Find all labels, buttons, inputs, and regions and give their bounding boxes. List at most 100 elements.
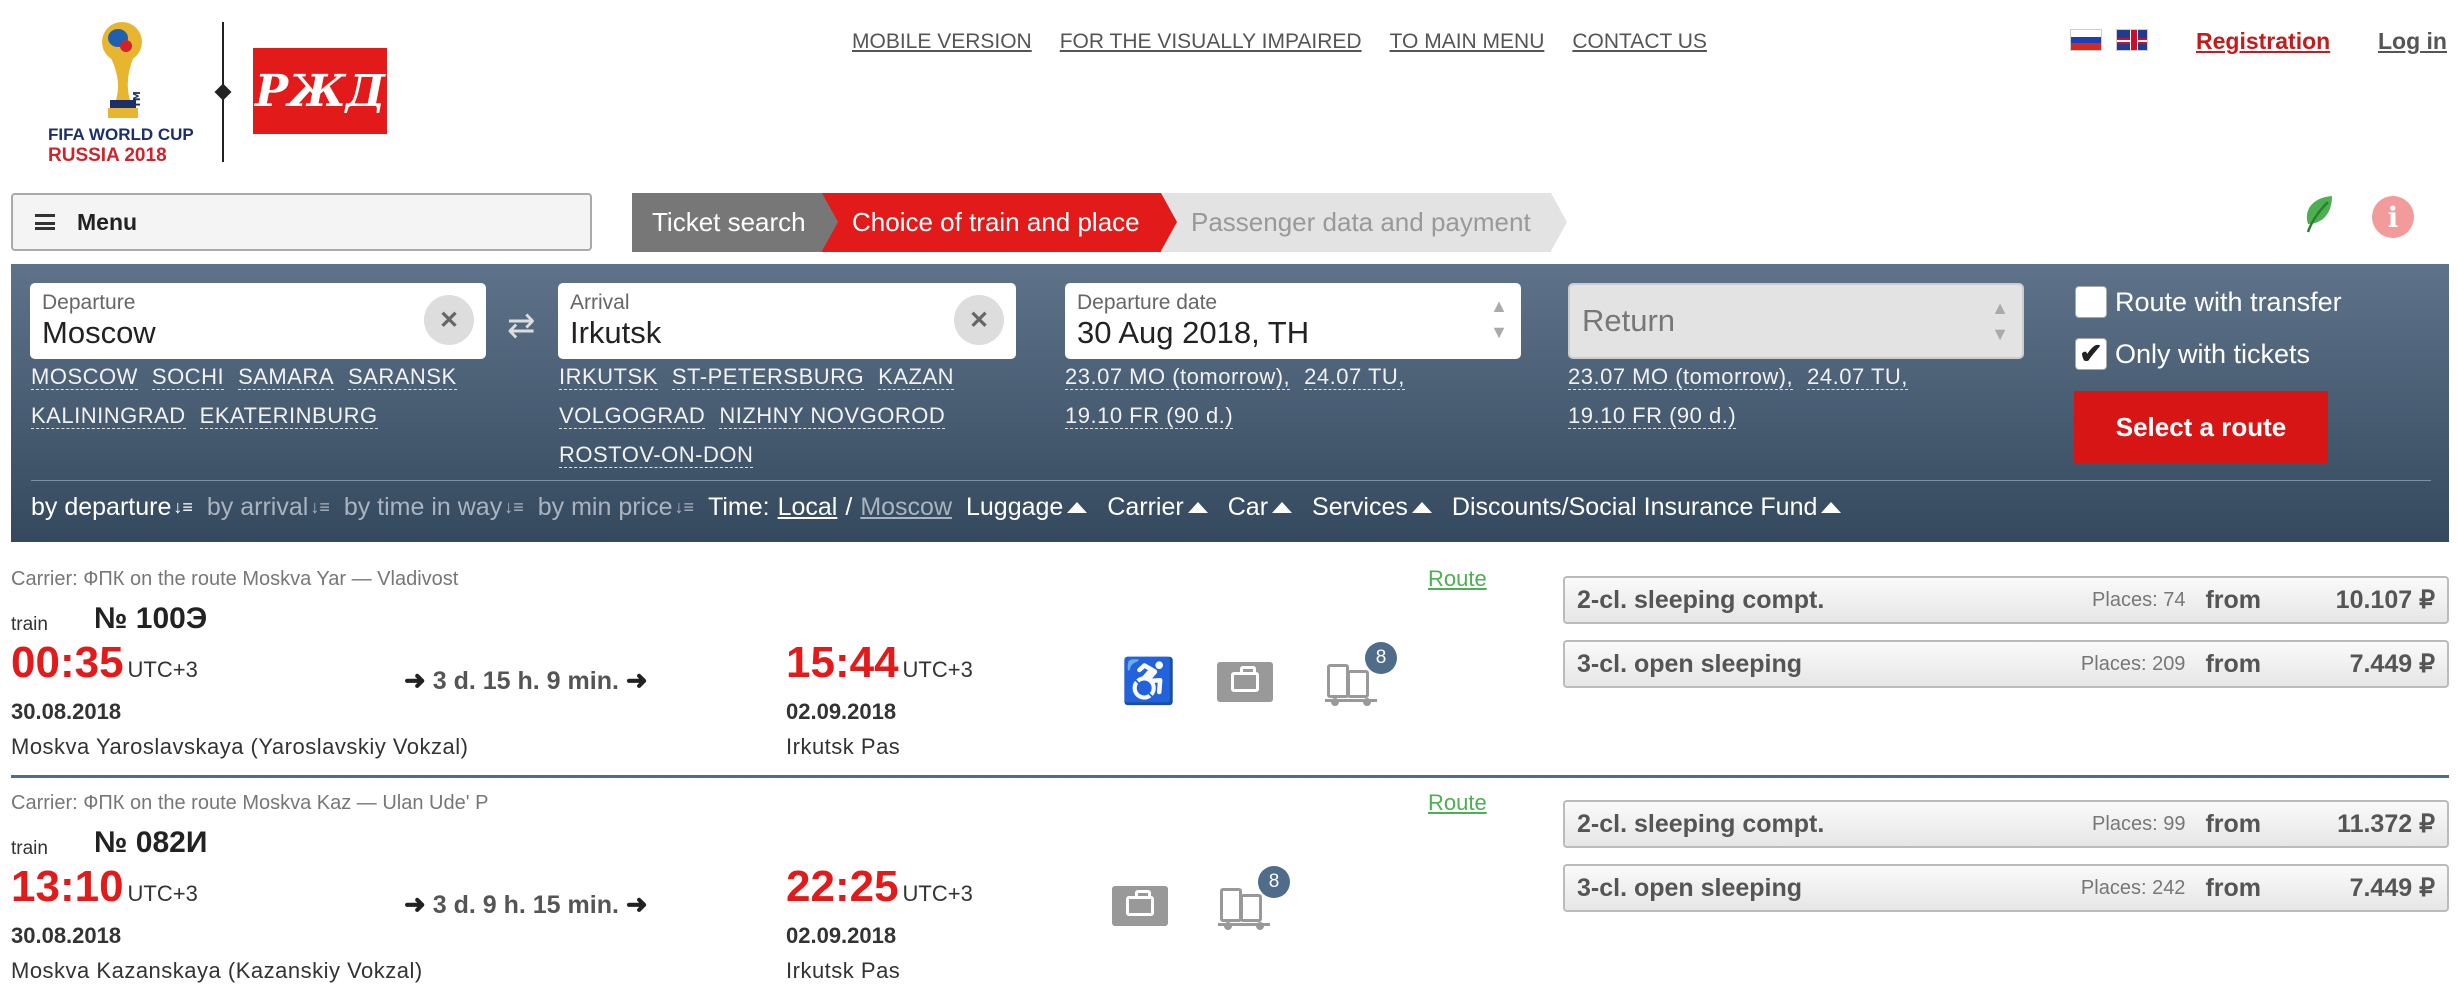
registration-link[interactable]: Registration — [2196, 28, 2330, 55]
quick-city-irkutsk[interactable]: IRKUTSK — [559, 364, 658, 390]
time-moscow-toggle[interactable]: Moscow — [860, 493, 952, 522]
return-date-field[interactable]: Return ▲ ▼ — [1568, 283, 2024, 359]
filter-luggage[interactable]: Luggage — [966, 493, 1063, 522]
train-number[interactable]: № 082И — [94, 826, 207, 860]
checkmark-icon[interactable]: ✔ — [2075, 338, 2107, 370]
filter-car[interactable]: Car — [1228, 493, 1268, 522]
places-available: Places: 209 — [2080, 652, 2186, 675]
departure-field[interactable]: Departure Moscow ✕ — [30, 283, 486, 359]
language-switcher — [2070, 29, 2148, 51]
time-label: Time: — [708, 493, 770, 521]
route-link[interactable]: Route — [1428, 790, 1487, 816]
english-flag-icon[interactable] — [2116, 29, 2148, 51]
nav-main-menu[interactable]: TO MAIN MENU — [1390, 30, 1545, 54]
return-date-input[interactable]: Return — [1582, 293, 2010, 339]
sort-by-time[interactable]: by time in way — [344, 493, 502, 522]
sort-by-arrival[interactable]: by arrival — [207, 493, 308, 522]
route-link[interactable]: Route — [1428, 566, 1487, 592]
arrival-station: Irkutsk Pas — [786, 958, 901, 983]
time-local-toggle[interactable]: Local — [778, 493, 838, 522]
quick-date-tuesday[interactable]: 24.07 TU, — [1304, 364, 1405, 390]
login-link[interactable]: Log in — [2378, 28, 2447, 55]
arrival-time: 15:44 UTC+3 — [786, 638, 973, 688]
quick-return-tomorrow[interactable]: 23.07 MO (tomorrow), — [1568, 364, 1794, 390]
fare-option[interactable]: 2-cl. sleeping compt. Places: 99 from 11… — [1563, 800, 2449, 848]
quick-return-tuesday[interactable]: 24.07 TU, — [1807, 364, 1908, 390]
quick-city-volgograd[interactable]: VOLGOGRAD — [559, 403, 706, 429]
quick-city-kaliningrad[interactable]: KALININGRAD — [31, 403, 186, 429]
filter-carrier[interactable]: Carrier — [1107, 493, 1183, 522]
quick-date-tomorrow[interactable]: 23.07 MO (tomorrow), — [1065, 364, 1291, 390]
quick-city-samara[interactable]: SAMARA — [238, 364, 334, 390]
departure-time-value: 00:35 — [11, 638, 124, 687]
wheelchair-accessible-icon: ♿ — [1121, 657, 1176, 706]
sort-icon: ↓≡ — [674, 497, 695, 517]
fare-option[interactable]: 3-cl. open sleeping Places: 209 from 7.4… — [1563, 640, 2449, 688]
sort-icon: ↓≡ — [504, 497, 524, 517]
train-result: Carrier: ФПК on the route Moskva Yar — V… — [0, 562, 2458, 784]
route-with-transfer-checkbox[interactable]: Route with transfer — [2075, 286, 2342, 318]
arrival-field[interactable]: Arrival Irkutsk ✕ — [558, 283, 1016, 359]
departure-timezone: UTC+3 — [127, 657, 198, 682]
menu-button[interactable]: Menu — [11, 193, 592, 251]
swap-direction-icon[interactable]: ⇄ — [507, 306, 536, 346]
departure-date-label: Departure date — [1077, 291, 1218, 314]
caret-up-icon — [1821, 502, 1842, 513]
return-spinner-icon[interactable]: ▲ ▼ — [1988, 295, 2012, 347]
eco-leaf-icon[interactable] — [2302, 194, 2336, 234]
quick-city-kazan[interactable]: KAZAN — [878, 364, 955, 390]
car-class: 3-cl. open sleeping — [1577, 873, 1803, 902]
nav-mobile-version[interactable]: MOBILE VERSION — [852, 30, 1032, 54]
quick-city-saransk[interactable]: SARANSK — [348, 364, 457, 390]
departure-station: Moskva Yaroslavskaya (Yaroslavskiy Vokza… — [11, 734, 469, 759]
fare-price: 10.107 ₽ — [2335, 586, 2435, 614]
departure-input[interactable]: Moscow — [42, 315, 474, 351]
only-with-tickets-label: Only with tickets — [2115, 338, 2311, 369]
nav-visually-impaired[interactable]: FOR THE VISUALLY IMPAIRED — [1060, 30, 1362, 54]
arrival-date: 02.09.2018 — [786, 699, 897, 724]
fare-option[interactable]: 3-cl. open sleeping Places: 242 from 7.4… — [1563, 864, 2449, 912]
train-type-label: train — [11, 838, 48, 859]
quick-city-rostov[interactable]: ROSTOV-ON-DON — [559, 442, 754, 468]
fare-option[interactable]: 2-cl. sleeping compt. Places: 74 from 10… — [1563, 576, 2449, 624]
quick-city-moscow[interactable]: MOSCOW — [31, 364, 138, 390]
quick-city-sochi[interactable]: SOCHI — [151, 364, 225, 390]
baggage-car-icon — [1112, 886, 1168, 926]
departure-date-input[interactable]: 30 Aug 2018, TH — [1077, 315, 1509, 351]
arrival-input[interactable]: Irkutsk — [570, 315, 1004, 351]
places-available: Places: 74 — [2092, 588, 2186, 611]
train-number[interactable]: № 100Э — [94, 602, 207, 636]
info-icon[interactable]: i — [2372, 196, 2414, 238]
world-cup-trophy-icon: TM — [102, 22, 143, 118]
date-spinner-icon[interactable]: ▲ ▼ — [1487, 293, 1511, 345]
price-from-label: from — [2205, 649, 2261, 678]
filter-services[interactable]: Services — [1312, 493, 1408, 522]
sort-by-price[interactable]: by min price — [538, 493, 673, 522]
only-with-tickets-checkbox[interactable]: ✔ Only with tickets — [2075, 338, 2310, 370]
clear-arrival-icon[interactable]: ✕ — [954, 295, 1004, 345]
results-divider — [11, 775, 2449, 778]
fifa-logo-line1: FIFA WORLD CUP — [48, 125, 194, 144]
departure-date: 30.08.2018 — [11, 699, 122, 724]
unchecked-box-icon[interactable] — [2075, 286, 2107, 318]
clear-departure-icon[interactable]: ✕ — [424, 295, 474, 345]
return-date-quick-picks: 23.07 MO (tomorrow), 24.07 TU, 19.10 FR (… — [1568, 357, 2038, 435]
filter-discounts[interactable]: Discounts/Social Insurance Fund — [1452, 493, 1817, 522]
price-from-label: from — [2205, 585, 2261, 614]
car-class: 3-cl. open sleeping — [1577, 649, 1803, 678]
quick-city-ekaterinburg[interactable]: EKATERINBURG — [199, 403, 378, 429]
departure-date-field[interactable]: Departure date 30 Aug 2018, TH ▲ ▼ — [1065, 283, 1521, 359]
nav-contact-us[interactable]: CONTACT US — [1572, 30, 1707, 54]
quick-date-90d[interactable]: 19.10 FR (90 d.) — [1065, 403, 1234, 429]
step-choice-of-train: Choice of train and place — [822, 193, 1177, 252]
step-ticket-search[interactable]: Ticket search — [632, 193, 838, 252]
quick-city-nizhny-novgorod[interactable]: NIZHNY NOVGOROD — [719, 403, 946, 429]
arrival-date: 02.09.2018 — [786, 923, 897, 948]
sort-by-departure[interactable]: by departure — [31, 493, 171, 522]
quick-city-st-petersburg[interactable]: ST-PETERSBURG — [671, 364, 865, 390]
places-available: Places: 242 — [2080, 876, 2186, 899]
select-route-button[interactable]: Select a route — [2074, 391, 2328, 463]
russian-flag-icon[interactable] — [2070, 29, 2102, 51]
rzd-logo[interactable]: РЖД — [253, 48, 387, 134]
quick-return-90d[interactable]: 19.10 FR (90 d.) — [1568, 403, 1737, 429]
